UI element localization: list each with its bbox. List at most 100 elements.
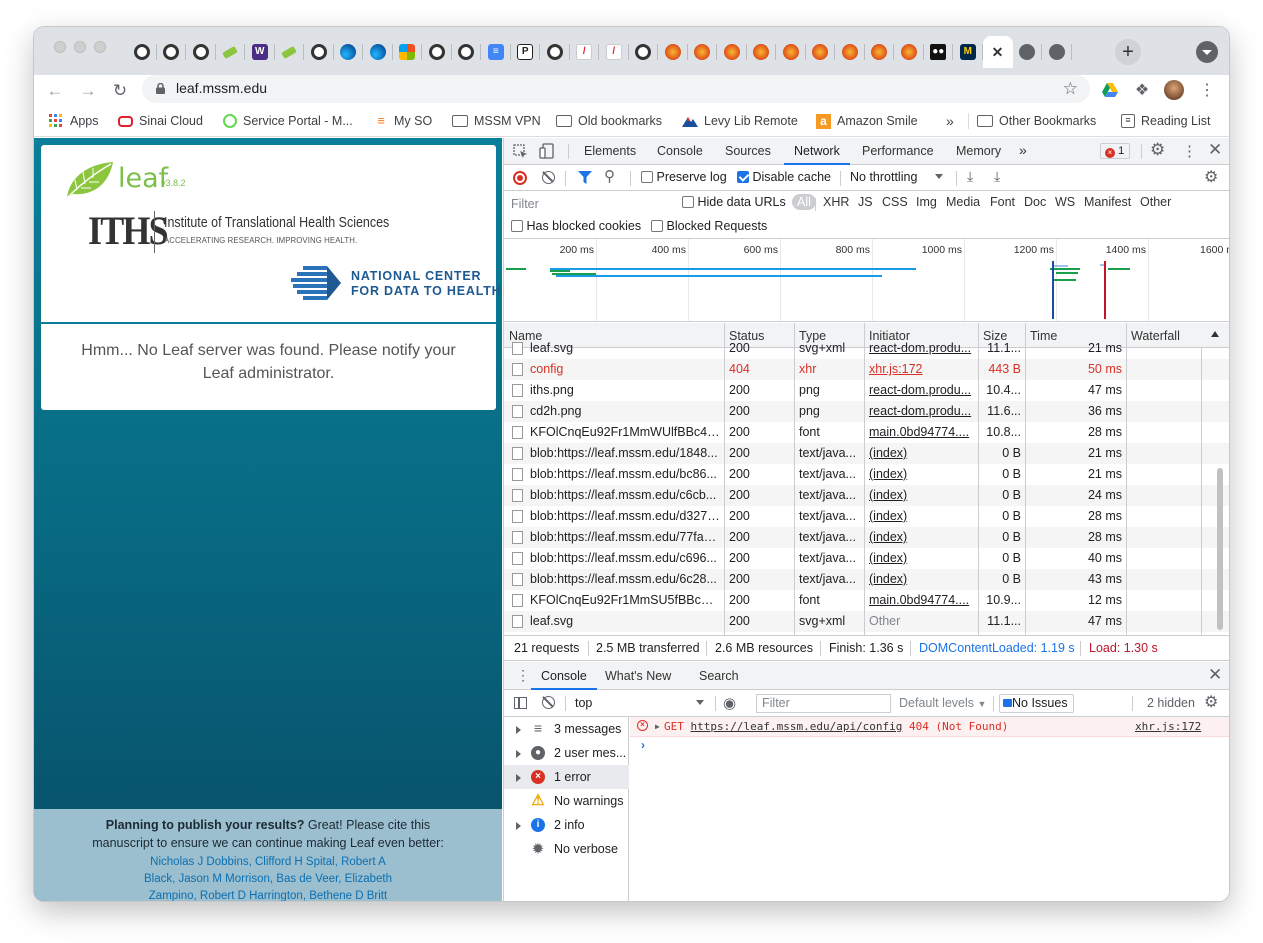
browser-tab[interactable] (717, 36, 747, 68)
live-expression-eye-icon[interactable]: ◉ (723, 694, 736, 712)
record-button[interactable] (513, 171, 527, 185)
sort-up-icon[interactable] (1211, 331, 1219, 337)
table-row[interactable]: blob:https://leaf.mssm.edu/d327f... 200 te… (504, 506, 1229, 527)
devtools-menu-icon[interactable]: ⋮ (1182, 142, 1197, 160)
log-levels-select[interactable]: Default levels ▼ (899, 696, 986, 710)
browser-tab[interactable] (422, 36, 452, 68)
chrome-menu-icon[interactable]: ⋮ (1196, 79, 1218, 101)
inspect-element-icon[interactable] (513, 144, 528, 159)
close-drawer-icon[interactable]: ✕ (1208, 665, 1222, 685)
table-row[interactable]: iths.png 200 png react-dom.produ... 10.4... 4… (504, 380, 1229, 401)
browser-tab[interactable] (127, 36, 157, 68)
forward-button[interactable]: → (75, 78, 101, 104)
table-row[interactable]: cd2h.png 200 png react-dom.produ... 11.6... 3… (504, 401, 1229, 422)
browser-tab[interactable] (363, 36, 393, 68)
filter-type-css[interactable]: CSS (882, 195, 908, 209)
browser-tab[interactable] (216, 36, 246, 68)
tab-search-button[interactable] (1196, 41, 1218, 63)
close-window-button[interactable] (54, 41, 66, 53)
bookmark-apps[interactable]: Apps (48, 111, 99, 131)
cell-initiator[interactable]: (index) (869, 548, 973, 569)
table-row[interactable]: blob:https://leaf.mssm.edu/bc86... 200 tex… (504, 464, 1229, 485)
sidebar-toggle-icon[interactable] (514, 697, 527, 709)
browser-tab[interactable] (806, 36, 836, 68)
bookmark-star-icon[interactable]: ☆ (1063, 79, 1078, 99)
sidebar-item-user-messages[interactable]: ● 2 user mes... (504, 741, 629, 765)
zoom-window-button[interactable] (94, 41, 106, 53)
device-toolbar-icon[interactable] (539, 143, 554, 159)
browser-tab[interactable] (334, 36, 364, 68)
filter-type-img[interactable]: Img (916, 195, 937, 209)
has-blocked-cookies-checkbox[interactable]: Has blocked cookies (511, 219, 641, 233)
table-row[interactable]: blob:https://leaf.mssm.edu/c696... 200 tex… (504, 548, 1229, 569)
tab-console[interactable]: Console (657, 144, 703, 158)
tab-active[interactable]: ✕ (982, 36, 1013, 68)
network-overview-timeline[interactable]: 200 ms 400 ms 600 ms 800 ms 1000 ms 1200… (504, 239, 1229, 322)
table-scrollbar-thumb[interactable] (1217, 468, 1223, 630)
new-tab-button[interactable]: + (1115, 39, 1141, 65)
google-drive-icon[interactable] (1099, 79, 1121, 101)
sidebar-item-errors[interactable]: × 1 error (504, 765, 629, 789)
tab-sources[interactable]: Sources (725, 144, 771, 158)
blocked-requests-checkbox[interactable]: Blocked Requests (651, 219, 767, 233)
tab-performance[interactable]: Performance (862, 144, 934, 158)
table-row[interactable]: KFOlCnqEu92Fr1MmSU5fBBc4A... 200 font main.… (504, 590, 1229, 611)
issues-button[interactable]: No Issues (999, 694, 1074, 713)
minimize-window-button[interactable] (74, 41, 86, 53)
clear-icon[interactable] (542, 171, 555, 184)
cell-initiator[interactable]: Other (869, 611, 973, 632)
browser-tab[interactable]: / (570, 36, 600, 68)
browser-tab[interactable] (776, 36, 806, 68)
reload-button[interactable]: ↻ (107, 78, 133, 104)
filter-type-all[interactable]: All (792, 194, 816, 210)
console-filter-input[interactable]: Filter (756, 694, 891, 713)
reading-list[interactable]: ≡ Reading List (1121, 111, 1211, 131)
tab-memory[interactable]: Memory (956, 144, 1001, 158)
browser-tab[interactable] (1042, 36, 1072, 68)
filter-type-xhr[interactable]: XHR (823, 195, 849, 209)
browser-tab[interactable] (540, 36, 570, 68)
close-icon[interactable]: ✕ (990, 44, 1006, 60)
cell-initiator[interactable]: (index) (869, 506, 973, 527)
filter-type-manifest[interactable]: Manifest (1084, 195, 1131, 209)
table-row[interactable]: KFOlCnqEu92Fr1MmWUlfBBc4A... 200 font main.… (504, 422, 1229, 443)
profile-avatar[interactable] (1163, 79, 1185, 101)
cell-initiator[interactable]: react-dom.produ... (869, 401, 973, 422)
error-source-link[interactable]: xhr.js:172 (1135, 717, 1201, 736)
table-row[interactable]: blob:https://leaf.mssm.edu/6c28... 200 tex… (504, 569, 1229, 590)
import-har-icon[interactable]: ⤓ (967, 168, 973, 185)
clear-console-icon[interactable] (542, 696, 555, 709)
sidebar-item-verbose[interactable]: ✹ No verbose (504, 837, 629, 861)
settings-gear-icon[interactable]: ⚙ (1150, 140, 1165, 160)
browser-tab[interactable] (157, 36, 187, 68)
browser-tab[interactable]: M (953, 36, 983, 68)
table-row[interactable]: blob:https://leaf.mssm.edu/1848... 200 tex… (504, 443, 1229, 464)
browser-tab[interactable]: W (245, 36, 275, 68)
browser-tab[interactable]: P (511, 36, 541, 68)
error-url[interactable]: https://leaf.mssm.edu/api/config (691, 720, 903, 733)
cell-initiator[interactable]: react-dom.produ... (869, 380, 973, 401)
drawer-tab-console[interactable]: Console (531, 669, 597, 690)
network-filter-input[interactable]: Filter (510, 195, 670, 213)
export-har-icon[interactable]: ⤓ (994, 168, 1000, 185)
close-devtools-icon[interactable]: ✕ (1208, 140, 1222, 160)
drawer-menu-icon[interactable]: ⋮ (516, 667, 530, 684)
sidebar-item-messages[interactable]: ≡ 3 messages (504, 717, 629, 741)
cell-initiator[interactable]: main.0bd94774.... (869, 422, 973, 443)
preserve-log-checkbox[interactable]: Preserve log (641, 170, 727, 184)
browser-tab[interactable] (304, 36, 334, 68)
filter-type-js[interactable]: JS (858, 195, 873, 209)
table-row[interactable]: leaf.svg 200 svg+xml react-dom.produ... 11.1… (504, 338, 1229, 359)
filter-type-ws[interactable]: WS (1055, 195, 1075, 209)
bookmark-old-bookmarks[interactable]: Old bookmarks (556, 111, 662, 131)
browser-tab[interactable] (393, 36, 423, 68)
bookmark-mssm-vpn[interactable]: MSSM VPN (452, 111, 541, 131)
disable-cache-checkbox[interactable]: Disable cache (737, 170, 831, 184)
browser-tab[interactable] (688, 36, 718, 68)
more-tabs-chevron[interactable]: » (1019, 142, 1027, 158)
browser-tab[interactable]: ≡ (481, 36, 511, 68)
context-select[interactable]: top (575, 696, 592, 710)
sidebar-item-warnings[interactable]: ⚠ No warnings (504, 789, 629, 813)
citation-authors[interactable]: Nicholas J Dobbins, Clifford H Spital, R… (34, 852, 502, 901)
drawer-tab-whats-new[interactable]: What's New (605, 669, 671, 683)
